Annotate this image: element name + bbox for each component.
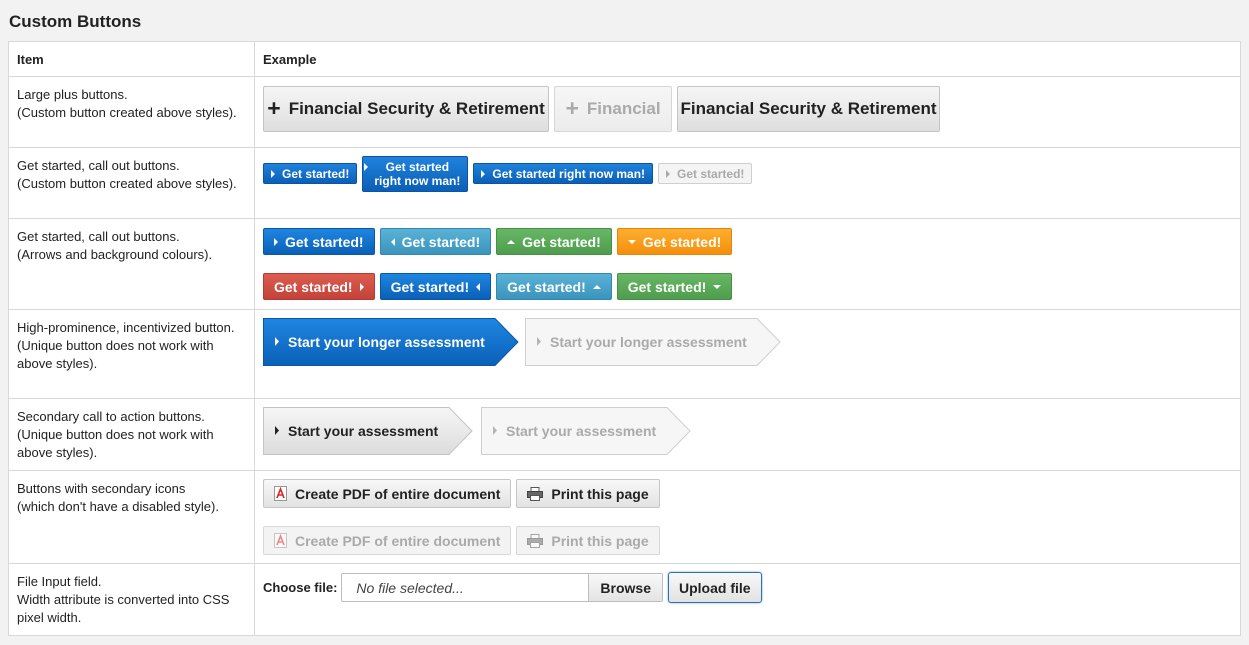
- get-started-blue-left-button[interactable]: Get started!: [379, 273, 492, 300]
- svg-text:Start your assessment: Start your assessment: [506, 423, 657, 439]
- print-disabled-button[interactable]: Print this page: [516, 526, 660, 555]
- start-assessment-disabled-button[interactable]: Start your assessment: [481, 407, 691, 455]
- start-assessment-button[interactable]: Start your assessment: [263, 407, 473, 455]
- header-item: Item: [8, 41, 255, 77]
- item-cell: High-prominence, incentivized button. (U…: [8, 309, 255, 399]
- svg-text:Start your assessment: Start your assessment: [288, 423, 439, 439]
- arrow-right-icon: [274, 237, 278, 246]
- printer-icon: [527, 533, 544, 548]
- item-cell: Get started, call out buttons. (Arrows a…: [8, 218, 255, 310]
- printer-icon: [527, 486, 544, 501]
- table-row: File Input field. Width attribute is con…: [8, 563, 1241, 636]
- secondary-buttons: Start your assessment Start your assessm…: [263, 407, 691, 455]
- arrow-right-icon: [271, 169, 275, 178]
- example-cell: Get started! Get started right now man! …: [254, 147, 1241, 219]
- plus-button[interactable]: + Financial Security & Retirement: [263, 86, 549, 132]
- table-row: Secondary call to action buttons. (Uniqu…: [8, 398, 1241, 471]
- get-started-now-button[interactable]: Get started right now man!: [362, 156, 469, 192]
- file-input-label: Choose file:: [263, 580, 338, 595]
- arrow-left-icon: [390, 237, 395, 246]
- arrow-down-icon: [713, 284, 722, 289]
- example-cell: Create PDF of entire document Print this…: [254, 470, 1241, 564]
- arrow-down-icon: [627, 239, 636, 244]
- pdf-icon: [274, 486, 287, 501]
- header-row: Item Example: [8, 41, 1241, 77]
- get-started-disabled-button[interactable]: Get started!: [658, 163, 753, 184]
- example-cell: Start your longer assessment Start your …: [254, 309, 1241, 399]
- arrow-left-icon: [476, 282, 481, 291]
- pdf-icon: [274, 533, 287, 548]
- file-input-field[interactable]: No file selected...: [342, 574, 588, 601]
- prominent-buttons: Start your longer assessment Start your …: [263, 318, 781, 366]
- table-row: Get started, call out buttons. (Arrows a…: [8, 218, 1241, 310]
- arrow-right-icon: [481, 169, 486, 178]
- plus-button-disabled[interactable]: + Financial: [554, 86, 672, 132]
- item-cell: Get started, call out buttons. (Custom b…: [8, 147, 255, 219]
- get-started-teal-left-button[interactable]: Get started!: [379, 228, 492, 255]
- svg-text:Start your longer assessment: Start your longer assessment: [288, 334, 485, 350]
- header-example: Example: [254, 41, 1241, 77]
- create-pdf-disabled-button[interactable]: Create PDF of entire document: [263, 526, 512, 555]
- plus-icon: +: [267, 94, 281, 121]
- svg-text:Start your longer assessment: Start your longer assessment: [550, 334, 747, 350]
- plain-large-button[interactable]: Financial Security & Retirement: [677, 86, 940, 132]
- example-cell: Choose file: No file selected... Browse …: [254, 563, 1241, 636]
- get-started-red-right-button[interactable]: Get started!: [263, 273, 375, 300]
- item-cell: Large plus buttons. (Custom button creat…: [8, 76, 255, 148]
- item-cell: File Input field. Width attribute is con…: [8, 563, 255, 636]
- buttons-table: Item Example Large plus buttons. (Custom…: [8, 41, 1241, 636]
- arrow-right-icon: [666, 169, 671, 178]
- arrow-up-icon: [507, 239, 516, 244]
- browse-button[interactable]: Browse: [588, 574, 662, 601]
- example-cell: Get started! Get started! Get started! G…: [254, 218, 1241, 310]
- arrow-right-icon: [359, 282, 364, 291]
- start-longer-assessment-disabled-button[interactable]: Start your longer assessment: [525, 318, 781, 366]
- arrow-up-icon: [592, 284, 601, 289]
- get-started-button[interactable]: Get started!: [263, 163, 358, 184]
- plus-icon: +: [565, 94, 579, 121]
- get-started-green-up-button[interactable]: Get started!: [496, 228, 612, 255]
- get-started-green-down-button[interactable]: Get started!: [616, 273, 733, 300]
- table-row: Buttons with secondary icons (which don'…: [8, 470, 1241, 564]
- example-cell: Start your assessment Start your assessm…: [254, 398, 1241, 471]
- create-pdf-button[interactable]: Create PDF of entire document: [263, 479, 512, 508]
- table-row: Large plus buttons. (Custom button creat…: [8, 76, 1241, 148]
- item-cell: Secondary call to action buttons. (Uniqu…: [8, 398, 255, 471]
- upload-file-button[interactable]: Upload file: [667, 572, 762, 603]
- item-cell: Buttons with secondary icons (which don'…: [8, 470, 255, 564]
- start-longer-assessment-button[interactable]: Start your longer assessment: [263, 318, 519, 366]
- arrow-right-icon: [363, 163, 368, 171]
- get-started-orange-down-button[interactable]: Get started!: [616, 228, 733, 255]
- page-title: Custom Buttons: [9, 12, 142, 31]
- table-row: High-prominence, incentivized button. (U…: [8, 309, 1241, 399]
- get-started-blue-right-button[interactable]: Get started!: [263, 228, 375, 255]
- file-input[interactable]: No file selected... Browse: [341, 573, 663, 602]
- example-cell: + Financial Security & Retirement + Fina…: [254, 76, 1241, 148]
- table-row: Get started, call out buttons. (Custom b…: [8, 147, 1241, 219]
- get-started-teal-up-button[interactable]: Get started!: [496, 273, 612, 300]
- get-started-long-button[interactable]: Get started right now man!: [473, 163, 654, 184]
- print-button[interactable]: Print this page: [516, 479, 660, 508]
